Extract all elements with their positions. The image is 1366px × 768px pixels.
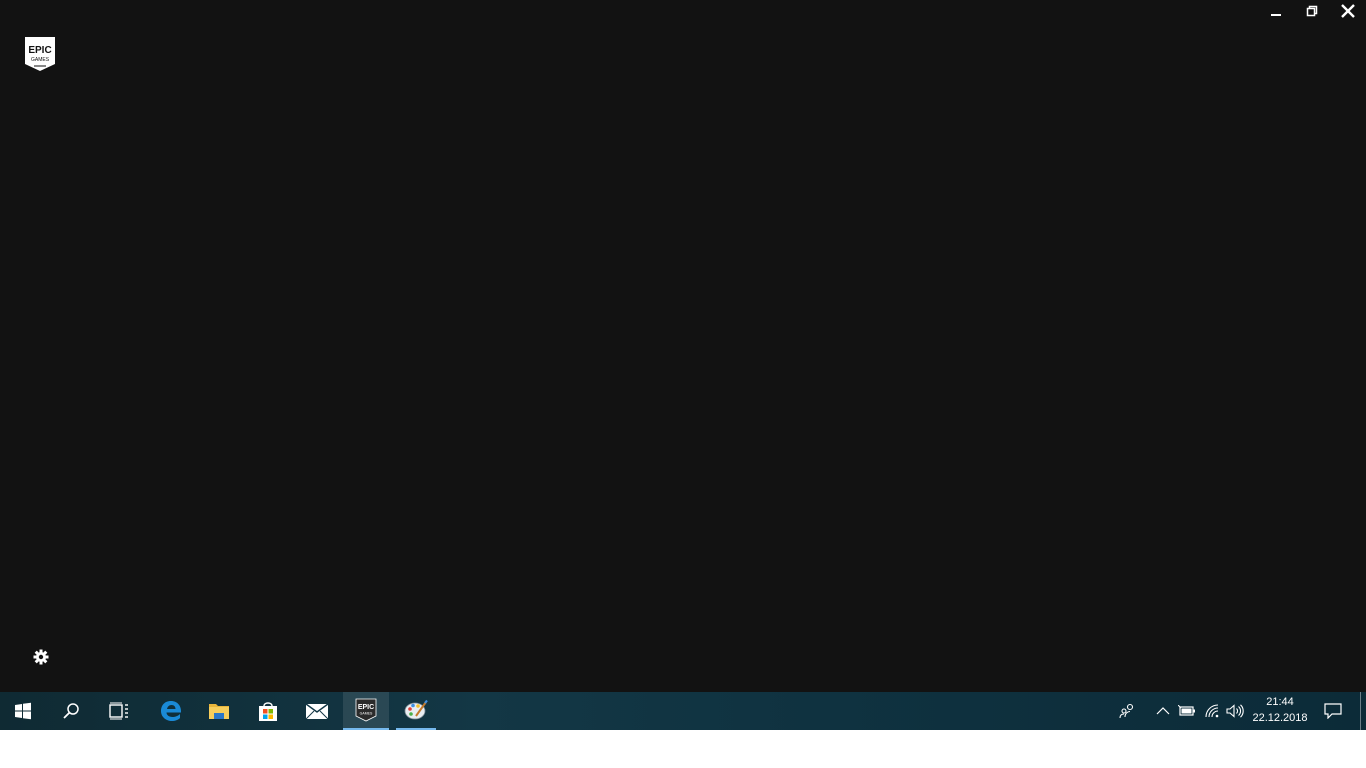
task-view-icon	[109, 702, 128, 720]
wifi-icon	[1205, 704, 1219, 718]
svg-text:GAMES: GAMES	[360, 712, 373, 716]
restore-icon	[1306, 5, 1318, 17]
epic-games-taskbar-button[interactable]: EPIC GAMES	[343, 692, 389, 730]
store-taskbar-button[interactable]	[245, 692, 291, 730]
volume-button[interactable]	[1225, 692, 1245, 730]
chevron-up-icon	[1156, 707, 1170, 715]
epic-games-icon: EPIC GAMES	[355, 698, 377, 722]
action-center-button[interactable]	[1320, 692, 1346, 730]
search-icon	[63, 703, 79, 719]
store-icon	[259, 702, 277, 721]
epic-launcher-window: EPIC GAMES	[0, 0, 1366, 692]
network-button[interactable]	[1202, 692, 1222, 730]
windows-logo-icon	[15, 702, 31, 720]
taskbar-clock[interactable]: 21:44 22.12.2018	[1248, 694, 1312, 728]
battery-button[interactable]	[1177, 692, 1197, 730]
start-button[interactable]	[0, 692, 46, 730]
search-button[interactable]	[48, 692, 94, 730]
settings-button[interactable]	[32, 648, 50, 666]
close-icon	[1341, 4, 1355, 18]
task-view-button[interactable]	[96, 692, 142, 730]
minimize-icon	[1271, 14, 1281, 16]
show-desktop-button[interactable]	[1360, 692, 1361, 730]
mail-taskbar-button[interactable]	[294, 692, 340, 730]
restore-button[interactable]	[1294, 0, 1330, 22]
action-center-icon	[1324, 703, 1342, 719]
svg-text:EPIC: EPIC	[358, 704, 374, 711]
show-hidden-icons-button[interactable]	[1154, 692, 1172, 730]
gear-icon	[33, 649, 49, 665]
logo-text-games: GAMES	[31, 57, 50, 63]
people-icon	[1119, 703, 1134, 719]
blank-area	[0, 730, 1366, 768]
people-button[interactable]	[1116, 692, 1138, 730]
edge-taskbar-button[interactable]	[148, 692, 194, 730]
mail-icon	[305, 703, 329, 720]
taskbar: EPIC GAMES	[0, 692, 1366, 730]
paint-taskbar-button[interactable]	[396, 692, 436, 730]
clock-time: 21:44	[1266, 696, 1294, 708]
edge-icon	[161, 701, 182, 721]
battery-icon	[1178, 705, 1195, 716]
epic-games-logo[interactable]: EPIC GAMES	[24, 36, 56, 72]
window-controls	[1258, 0, 1366, 22]
paint-icon	[404, 699, 428, 720]
volume-icon	[1226, 704, 1244, 718]
logo-text-epic: EPIC	[28, 45, 51, 56]
folder-icon	[209, 704, 229, 719]
close-button[interactable]	[1330, 0, 1366, 22]
minimize-button[interactable]	[1258, 0, 1294, 22]
clock-date: 22.12.2018	[1252, 712, 1308, 724]
file-explorer-taskbar-button[interactable]	[196, 692, 242, 730]
